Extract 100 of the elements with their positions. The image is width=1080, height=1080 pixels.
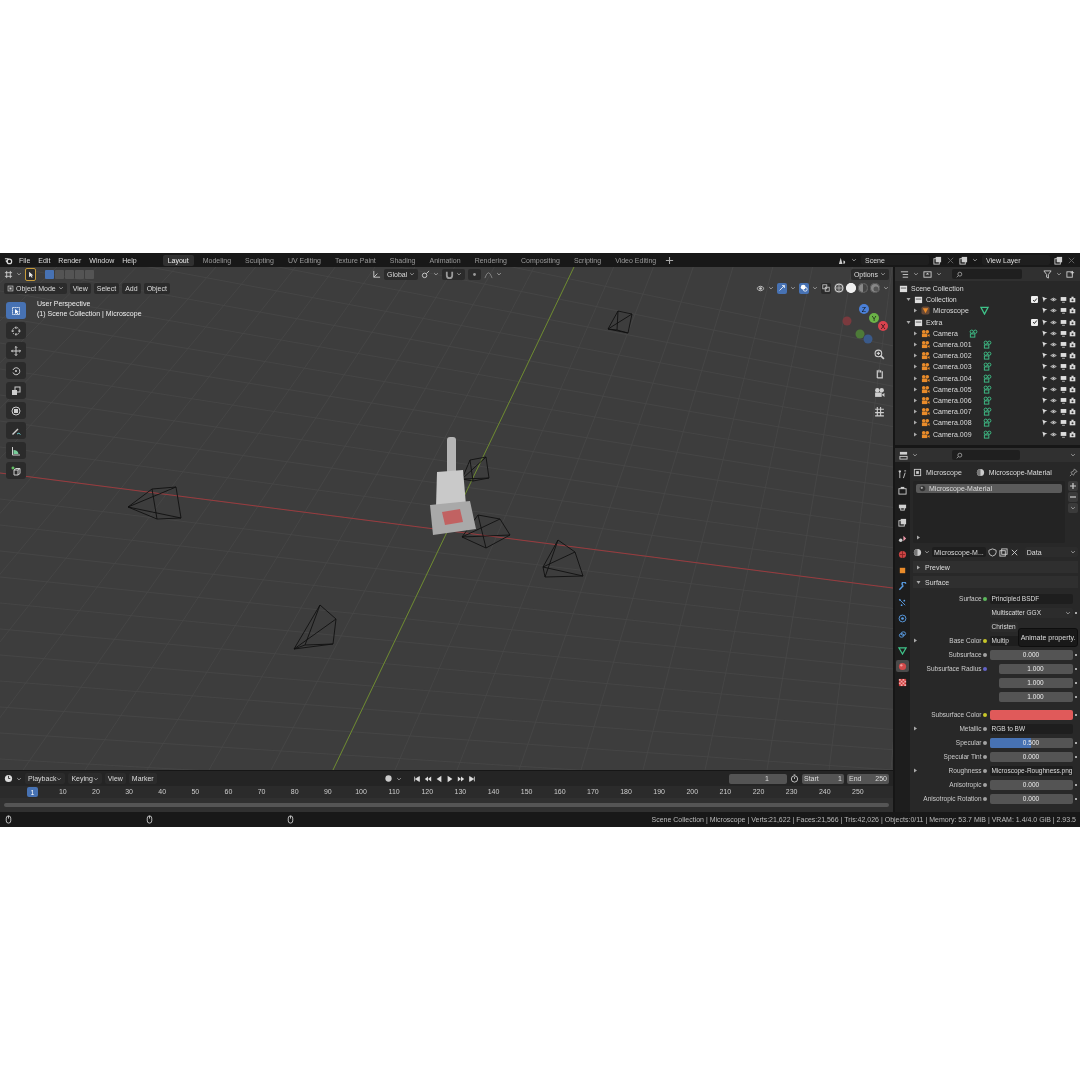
camera-icon[interactable] xyxy=(1069,352,1076,360)
eye-icon[interactable] xyxy=(1050,374,1057,382)
jump-start-icon[interactable] xyxy=(413,774,421,783)
monitor-icon[interactable] xyxy=(1059,296,1067,304)
search-icon[interactable] xyxy=(956,270,963,278)
move-icon[interactable] xyxy=(11,345,21,356)
annotate-tool-button[interactable] xyxy=(6,422,26,439)
rendered-shading-button[interactable] xyxy=(870,283,880,293)
monitor-icon[interactable] xyxy=(1059,396,1067,404)
disclosure-triangle-icon[interactable] xyxy=(913,409,918,415)
caret-icon[interactable] xyxy=(851,257,857,263)
camera-icon[interactable] xyxy=(1069,419,1076,427)
color-swatch[interactable] xyxy=(989,709,1073,720)
copy-icon[interactable] xyxy=(933,255,942,265)
copy-icon[interactable] xyxy=(1054,255,1063,265)
search-field[interactable] xyxy=(952,450,1020,460)
monitor-icon[interactable] xyxy=(1059,307,1067,315)
magnet-icon[interactable] xyxy=(445,269,455,279)
eye-icon[interactable] xyxy=(1050,430,1057,438)
properties-icon[interactable] xyxy=(899,450,908,460)
add-cube-tool-button[interactable] xyxy=(6,462,26,479)
plus-icon[interactable] xyxy=(665,255,675,265)
camera-icon[interactable] xyxy=(874,387,885,398)
pivot-icon[interactable] xyxy=(421,269,431,279)
solid-shading-button[interactable] xyxy=(846,283,856,293)
prev-keyframe-icon[interactable] xyxy=(424,774,432,783)
clock-icon[interactable] xyxy=(4,774,13,783)
camera-icon[interactable] xyxy=(1069,396,1076,404)
camera-data-icon[interactable] xyxy=(982,362,992,372)
eye-icon[interactable] xyxy=(756,283,765,293)
caret-icon[interactable] xyxy=(936,271,942,277)
caret-icon[interactable] xyxy=(57,285,64,291)
disclosure-triangle-icon[interactable] xyxy=(906,297,911,303)
close-icon[interactable] xyxy=(1009,547,1019,557)
disclosure-triangle-icon[interactable] xyxy=(913,386,918,392)
camera-data-icon[interactable] xyxy=(982,407,992,417)
socket-dot[interactable] xyxy=(983,638,987,643)
eye-icon[interactable] xyxy=(1050,341,1057,349)
new-collection-icon[interactable] xyxy=(1066,269,1075,279)
rotate-icon[interactable] xyxy=(11,365,21,376)
socket-dot[interactable] xyxy=(983,652,987,657)
camera-icon[interactable] xyxy=(1069,296,1076,304)
measure-tool-button[interactable] xyxy=(6,442,26,459)
disclosure-triangle-icon[interactable] xyxy=(913,397,918,403)
jump-end-icon[interactable] xyxy=(468,774,476,783)
orientation-icon[interactable] xyxy=(372,269,381,279)
camera-data-icon[interactable] xyxy=(982,429,992,439)
caret-icon[interactable] xyxy=(1070,549,1076,555)
disclosure-triangle-icon[interactable] xyxy=(913,431,918,437)
shield-icon[interactable] xyxy=(987,547,997,557)
next-keyframe-icon[interactable] xyxy=(457,774,465,783)
monitor-icon[interactable] xyxy=(1059,363,1067,371)
eye-icon[interactable] xyxy=(1050,408,1057,416)
disclosure-triangle-icon[interactable] xyxy=(916,535,921,540)
caret-icon[interactable] xyxy=(1070,452,1076,458)
caret-icon[interactable] xyxy=(56,775,63,782)
outliner-icon[interactable] xyxy=(900,269,909,279)
stopwatch-icon[interactable] xyxy=(790,774,799,783)
camera-icon[interactable] xyxy=(1069,329,1076,337)
eye-icon[interactable] xyxy=(1050,352,1057,360)
camera-data-icon[interactable] xyxy=(982,384,992,394)
camera-icon[interactable] xyxy=(1069,408,1076,416)
eye-icon[interactable] xyxy=(1050,296,1057,304)
socket-dot[interactable] xyxy=(983,796,987,801)
display-mode-icon[interactable] xyxy=(923,269,932,279)
move-tool-button[interactable] xyxy=(6,342,26,359)
caret-icon[interactable] xyxy=(409,271,416,277)
camera-data-icon[interactable] xyxy=(968,328,978,338)
remove-slot-button[interactable] xyxy=(1068,492,1078,502)
socket-dot[interactable] xyxy=(983,740,987,745)
ruler-icon[interactable] xyxy=(11,445,21,456)
monitor-icon[interactable] xyxy=(1059,374,1067,382)
disclosure-triangle-icon[interactable] xyxy=(913,308,918,314)
camera-icon[interactable] xyxy=(1069,374,1076,382)
eye-icon[interactable] xyxy=(1050,396,1057,404)
editor-type-icon[interactable] xyxy=(4,269,13,279)
add-cube-icon[interactable] xyxy=(11,465,21,476)
socket-dot[interactable] xyxy=(983,726,987,731)
rotate-tool-button[interactable] xyxy=(6,362,26,379)
disclosure-triangle-icon[interactable] xyxy=(913,768,918,773)
socket-dot[interactable] xyxy=(983,768,987,773)
disclosure-triangle-icon[interactable] xyxy=(913,638,918,643)
caret-icon[interactable] xyxy=(496,271,503,277)
scale-tool-button[interactable] xyxy=(6,382,26,399)
zoom-icon[interactable] xyxy=(874,349,885,360)
caret-icon[interactable] xyxy=(16,271,22,277)
eye-icon[interactable] xyxy=(1050,419,1057,427)
checkbox[interactable] xyxy=(1031,318,1038,326)
caret-icon[interactable] xyxy=(16,775,22,782)
copy-icon[interactable] xyxy=(998,547,1008,557)
camera-data-icon[interactable] xyxy=(982,351,992,361)
camera-icon[interactable] xyxy=(1069,430,1076,438)
disclosure-triangle-icon[interactable] xyxy=(913,375,918,381)
scale-icon[interactable] xyxy=(11,385,21,396)
socket-dot[interactable] xyxy=(983,754,987,759)
caret-icon[interactable] xyxy=(812,285,818,291)
caret-icon[interactable] xyxy=(396,775,402,782)
app-logo-icon[interactable] xyxy=(4,255,13,265)
monitor-icon[interactable] xyxy=(1059,341,1067,349)
caret-icon[interactable] xyxy=(972,257,978,263)
